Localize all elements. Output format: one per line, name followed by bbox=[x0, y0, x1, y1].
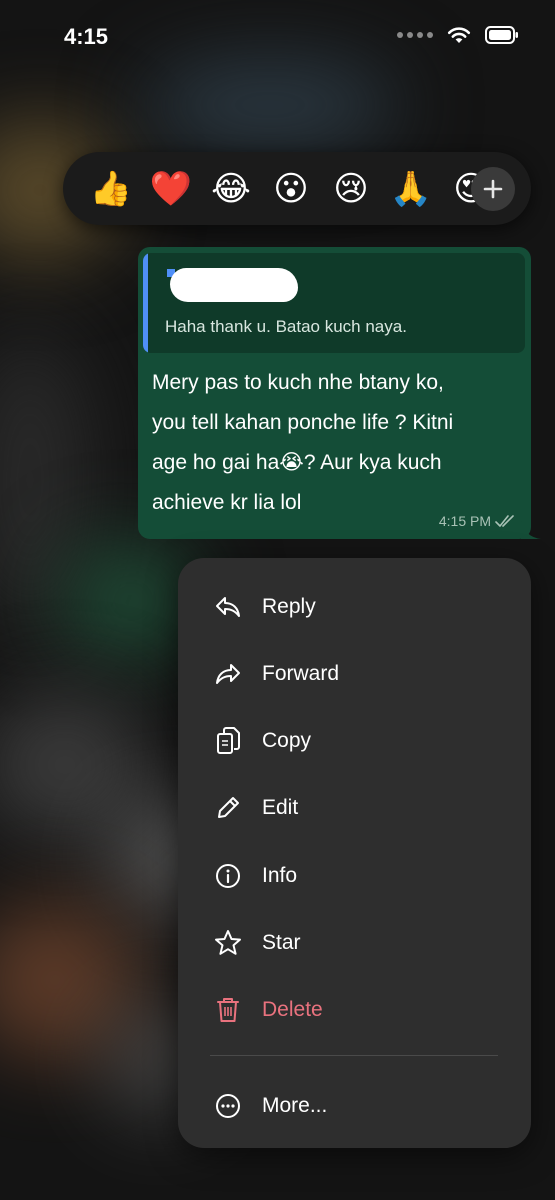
menu-label: Info bbox=[262, 864, 298, 887]
menu-label: Reply bbox=[262, 595, 316, 618]
cellular-signal-icon bbox=[397, 32, 433, 38]
menu-item-more[interactable]: More... bbox=[178, 1076, 531, 1136]
menu-label: Delete bbox=[262, 998, 323, 1021]
menu-item-copy[interactable]: Copy bbox=[178, 711, 531, 771]
menu-item-reply[interactable]: Reply bbox=[178, 577, 531, 637]
more-reactions-button[interactable] bbox=[471, 167, 515, 211]
message-context-menu: Reply Forward Copy Edit Info Star Delete… bbox=[178, 558, 531, 1148]
status-icons bbox=[397, 26, 519, 44]
menu-label: Star bbox=[262, 931, 301, 954]
menu-label: Forward bbox=[262, 662, 340, 685]
menu-item-star[interactable]: Star bbox=[178, 913, 531, 973]
surprised-reaction[interactable]: 😮 bbox=[261, 159, 321, 219]
status-bar: 4:15 bbox=[0, 0, 555, 75]
copy-icon bbox=[214, 727, 242, 755]
redacted-author-name bbox=[170, 268, 298, 302]
menu-label: Copy bbox=[262, 729, 312, 752]
pray-reaction[interactable]: 🙏 bbox=[381, 159, 441, 219]
ellipsis-circle-icon bbox=[214, 1092, 242, 1120]
quote-accent-bar bbox=[143, 253, 148, 353]
message-meta: 4:15 PM bbox=[439, 513, 517, 529]
message-bubble[interactable]: Haha thank u. Batao kuch naya. Mery pas … bbox=[138, 247, 541, 539]
message-line: you tell kahan ponche life ? Kitni bbox=[152, 411, 454, 434]
plus-icon bbox=[483, 179, 503, 199]
menu-item-edit[interactable]: Edit bbox=[178, 778, 531, 838]
info-icon bbox=[214, 862, 242, 890]
menu-label: More... bbox=[262, 1094, 328, 1117]
battery-icon bbox=[485, 26, 519, 44]
message-line: age ho gai ha😭? Aur kya kuch bbox=[152, 451, 442, 474]
menu-divider bbox=[210, 1055, 498, 1056]
quoted-text: Haha thank u. Batao kuch naya. bbox=[165, 317, 407, 336]
heart-reaction[interactable]: ❤️ bbox=[141, 159, 201, 219]
menu-item-forward[interactable]: Forward bbox=[178, 644, 531, 704]
menu-item-info[interactable]: Info bbox=[178, 846, 531, 906]
menu-label: Edit bbox=[262, 796, 299, 819]
message-line: Mery pas to kuch nhe btany ko, bbox=[152, 371, 444, 394]
reaction-bar: 👍 ❤️ 😂 😮 😢 🙏 😍 bbox=[63, 152, 531, 225]
star-icon bbox=[214, 929, 242, 957]
status-time: 4:15 bbox=[64, 24, 109, 49]
trash-icon bbox=[214, 996, 242, 1024]
message-text: Mery pas to kuch nhe btany ko, you tell … bbox=[152, 363, 520, 523]
laughing-reaction[interactable]: 😂 bbox=[201, 159, 261, 219]
menu-item-delete[interactable]: Delete bbox=[178, 980, 531, 1040]
bubble-tail bbox=[521, 521, 541, 539]
pencil-icon bbox=[214, 794, 242, 822]
forward-icon bbox=[214, 660, 242, 688]
double-check-icon bbox=[495, 515, 514, 527]
thumbs-up-reaction[interactable]: 👍 bbox=[81, 159, 141, 219]
message-time: 4:15 PM bbox=[438, 513, 491, 529]
quoted-message[interactable]: Haha thank u. Batao kuch naya. bbox=[143, 253, 525, 353]
reply-icon bbox=[214, 593, 242, 621]
crying-reaction[interactable]: 😢 bbox=[321, 159, 381, 219]
wifi-icon bbox=[447, 26, 471, 44]
